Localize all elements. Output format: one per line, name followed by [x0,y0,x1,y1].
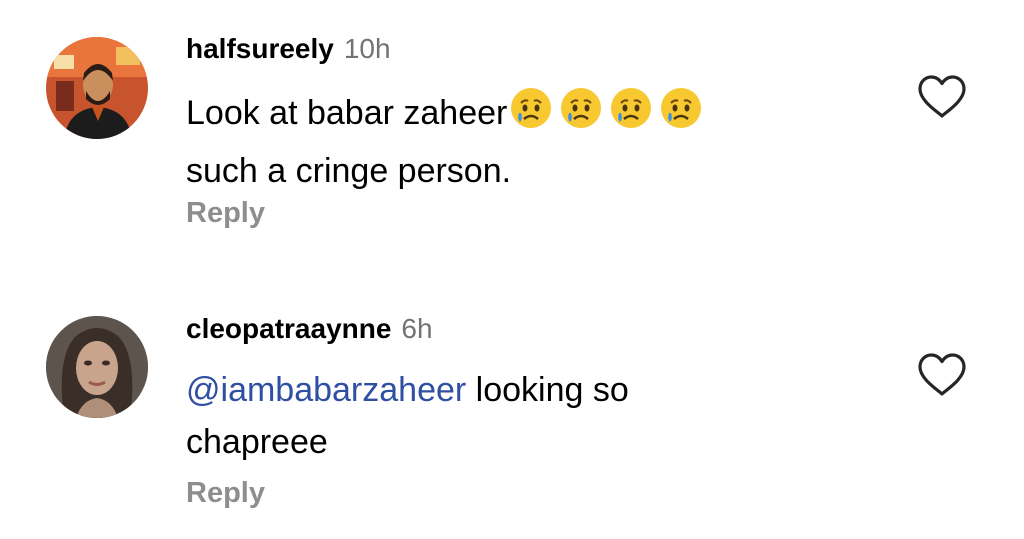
avatar[interactable] [46,316,148,418]
comment-text-line2: chapreee [186,423,328,461]
reply-button[interactable]: Reply [186,196,265,230]
heart-outline-icon [918,353,966,396]
like-button[interactable] [916,74,968,120]
emoji-group [509,86,709,145]
avatar[interactable] [46,37,148,139]
crying-face-icon [661,88,702,128]
heart-outline-icon [918,75,966,118]
comment-item: cleopatraaynne 6h @iambabarzaheer looking… [0,280,1024,539]
reply-button[interactable]: Reply [186,476,265,510]
comment-text: Look at babar zaheer such a cringe perso… [186,86,826,197]
comment-username[interactable]: cleopatraaynne [186,313,391,344]
comment-header: cleopatraaynne 6h [186,312,433,346]
comment-timestamp: 6h [401,313,433,344]
like-button[interactable] [916,352,968,398]
avatar-image [46,316,148,418]
crying-face-icon [511,88,552,128]
comment-text: @iambabarzaheer looking so chapreee [186,364,826,468]
crying-face-icon [561,88,602,128]
comment-item: halfsureely 10h Look at babar zaheer such… [0,0,1024,270]
comment-header: halfsureely 10h [186,32,391,66]
crying-face-icon [611,88,652,128]
comment-text-line2: such a cringe person. [186,152,512,190]
mention-link[interactable]: @iambabarzaheer [186,371,466,409]
comment-username[interactable]: halfsureely [186,33,334,64]
comment-timestamp: 10h [343,33,391,64]
comment-text-line1: looking so [466,371,629,409]
avatar-image [46,37,148,139]
comment-text-line1: Look at babar zaheer [186,94,508,132]
